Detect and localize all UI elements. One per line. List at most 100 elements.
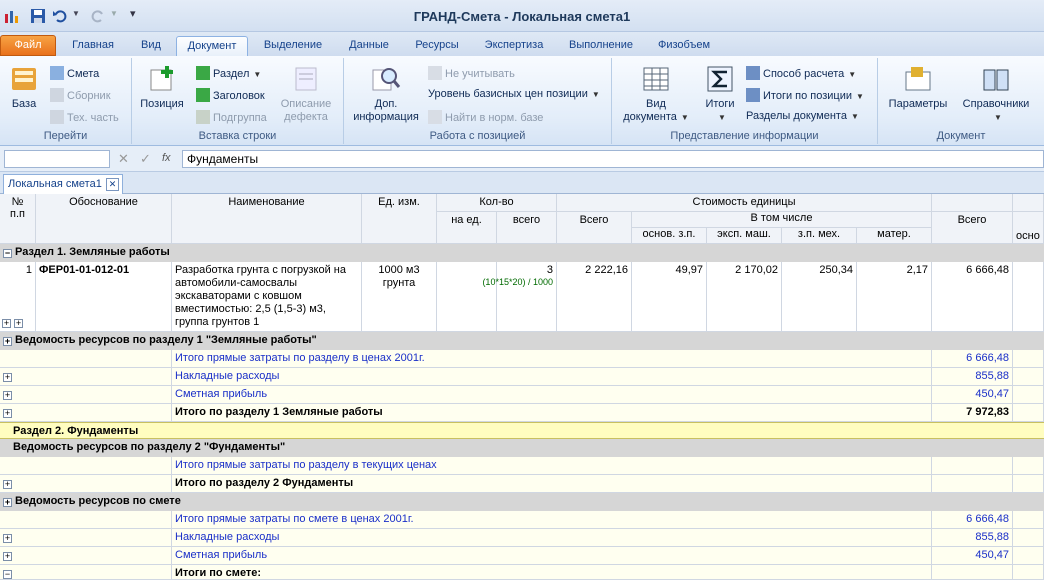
defect-description-button: Описание дефекта bbox=[278, 64, 334, 124]
col-basis[interactable]: Обоснование bbox=[36, 194, 172, 244]
tab-home[interactable]: Главная bbox=[62, 36, 124, 56]
insert-subgroup-button: Подгруппа bbox=[196, 110, 267, 124]
cell-name-box[interactable] bbox=[4, 150, 110, 168]
col-osno[interactable]: осно bbox=[1013, 212, 1044, 244]
resource-statement-row[interactable]: + Ведомость ресурсов по разделу 1 "Землян… bbox=[0, 332, 1044, 350]
group-presentation-label: Представление информации bbox=[670, 130, 819, 142]
calc-method-button[interactable]: Способ расчета ▼ bbox=[746, 66, 856, 80]
col-qty[interactable]: Кол-во bbox=[437, 194, 557, 212]
tab-document[interactable]: Документ bbox=[176, 36, 248, 56]
base-button[interactable]: База bbox=[4, 64, 44, 111]
collapse-icon[interactable]: − bbox=[3, 570, 12, 579]
function-icon[interactable]: fx bbox=[162, 152, 171, 164]
tab-execution[interactable]: Выполнение bbox=[560, 36, 642, 56]
total-row[interactable]: + Итого по разделу 2 Фундаменты bbox=[0, 475, 1044, 493]
col-eksp-mash[interactable]: эксп. маш. bbox=[707, 228, 782, 244]
smeta-button[interactable]: Смета bbox=[50, 66, 99, 80]
group-work-label: Работа с позицией bbox=[429, 130, 526, 142]
total-row[interactable]: + Накладные расходы 855,88 bbox=[0, 368, 1044, 386]
tab-selection[interactable]: Выделение bbox=[254, 36, 332, 56]
base-price-level-button[interactable]: Уровень базисных цен позиции ▼ bbox=[428, 88, 600, 100]
find-icon bbox=[428, 110, 442, 124]
ribbon-tabs: Файл Главная Вид Документ Выделение Данн… bbox=[0, 32, 1044, 56]
expand-icon[interactable]: + bbox=[3, 373, 12, 382]
total-row[interactable]: Итого прямые затраты по разделу в текущи… bbox=[0, 457, 1044, 475]
total-value: 855,88 bbox=[932, 368, 1013, 386]
chevron-down-icon: ▼ bbox=[850, 112, 859, 121]
chevron-down-icon: ▼ bbox=[856, 92, 864, 101]
total-row[interactable]: + Итого по разделу 1 Земляные работы 7 9… bbox=[0, 404, 1044, 422]
col-num[interactable]: № п.п bbox=[0, 194, 36, 244]
pos-name[interactable]: Разработка грунта с погрузкой на автомоб… bbox=[172, 262, 362, 332]
pos-osn: 49,97 bbox=[632, 262, 707, 332]
extra-info-button[interactable]: Доп. информация bbox=[350, 64, 422, 124]
tab-resources[interactable]: Ресурсы bbox=[406, 36, 468, 56]
total-row[interactable]: + Сметная прибыль 450,47 bbox=[0, 547, 1044, 565]
col-name[interactable]: Наименование bbox=[172, 194, 362, 244]
resource-statement-row[interactable]: Ведомость ресурсов по разделу 2 "Фундаме… bbox=[0, 439, 1044, 457]
expand-icon[interactable]: + bbox=[14, 319, 23, 328]
totals-button[interactable]: Итоги ▼ bbox=[700, 64, 740, 124]
table-row[interactable]: 1 ФЕР01-01-012-01 Разработка грунта с по… bbox=[0, 262, 1044, 332]
pos-code[interactable]: ФЕР01-01-012-01 bbox=[36, 262, 172, 332]
section-row[interactable]: − Раздел 1. Земляные работы bbox=[0, 244, 1044, 262]
insert-header-button[interactable]: Заголовок bbox=[196, 88, 265, 102]
expand-icon[interactable]: + bbox=[3, 480, 12, 489]
col-unit-cost[interactable]: Стоимость единицы bbox=[557, 194, 932, 212]
accept-icon[interactable]: ✓ bbox=[140, 151, 151, 167]
col-osn-zp[interactable]: основ. з.п. bbox=[632, 228, 707, 244]
col-mater[interactable]: матер. bbox=[857, 228, 932, 244]
total-value: 7 972,83 bbox=[932, 404, 1013, 422]
expand-icon[interactable]: + bbox=[3, 409, 12, 418]
total-value: 450,47 bbox=[932, 386, 1013, 404]
document-sections-button[interactable]: Разделы документа ▼ bbox=[746, 110, 859, 122]
total-row[interactable]: Итого прямые затраты по разделу в ценах … bbox=[0, 350, 1044, 368]
pos-uc-total: 2 222,16 bbox=[557, 262, 632, 332]
tab-file[interactable]: Файл bbox=[0, 35, 56, 56]
document-view-button[interactable]: Вид документа ▼ bbox=[616, 64, 696, 124]
position-button[interactable]: Позиция bbox=[138, 64, 186, 111]
col-qty-per[interactable]: на ед. bbox=[437, 212, 497, 244]
add-subgroup-icon bbox=[196, 110, 210, 124]
close-icon[interactable]: ✕ bbox=[106, 178, 119, 191]
insert-section-button[interactable]: Раздел ▼ bbox=[196, 66, 261, 80]
expand-icon[interactable]: + bbox=[3, 552, 12, 561]
tab-view[interactable]: Вид bbox=[132, 36, 170, 56]
section-row-selected[interactable]: Раздел 2. Фундаменты bbox=[0, 422, 1044, 439]
pos-total: 6 666,48 bbox=[932, 262, 1013, 332]
col-zp-meh[interactable]: з.п. мех. bbox=[782, 228, 857, 244]
expand-icon[interactable]: + bbox=[3, 391, 12, 400]
cancel-icon[interactable]: ✕ bbox=[118, 151, 129, 167]
reference-button[interactable]: Справочники ▼ bbox=[958, 64, 1034, 124]
tab-data[interactable]: Данные bbox=[338, 36, 400, 56]
formula-input[interactable]: Фундаменты bbox=[182, 150, 1044, 168]
total-row[interactable]: + Сметная прибыль 450,47 bbox=[0, 386, 1044, 404]
expand-icon[interactable]: + bbox=[3, 337, 12, 346]
total-row[interactable]: + Накладные расходы 855,88 bbox=[0, 529, 1044, 547]
grid-header: № п.п Обоснование Наименование Ед. изм. … bbox=[0, 194, 1044, 244]
expand-icon[interactable]: + bbox=[3, 498, 12, 507]
total-label: Итоги по смете: bbox=[172, 565, 932, 580]
expand-icon[interactable]: + bbox=[2, 319, 11, 328]
position-totals-button[interactable]: Итоги по позиции ▼ bbox=[746, 88, 864, 102]
tab-expertise[interactable]: Экспертиза bbox=[474, 36, 554, 56]
total-value: 450,47 bbox=[932, 547, 1013, 565]
tab-physvolume[interactable]: Физобъем bbox=[648, 36, 720, 56]
parameters-button[interactable]: Параметры bbox=[882, 64, 954, 111]
col-uc-total[interactable]: Всего bbox=[557, 212, 632, 244]
total-row[interactable]: Итого прямые затраты по смете в ценах 20… bbox=[0, 511, 1044, 529]
col-including[interactable]: В том числе bbox=[632, 212, 932, 228]
total-label: Итого по разделу 1 Земляные работы bbox=[172, 404, 932, 422]
pos-qty-total[interactable]: 3 (10*15*20) / 1000 bbox=[482, 262, 557, 332]
expand-icon[interactable]: + bbox=[3, 534, 12, 543]
formula-bar: ✕ ✓ fx Фундаменты bbox=[0, 146, 1044, 172]
col-total[interactable]: Всего bbox=[932, 212, 1013, 244]
col-unit[interactable]: Ед. изм. bbox=[362, 194, 437, 244]
resource-statement-row[interactable]: + Ведомость ресурсов по смете bbox=[0, 493, 1044, 511]
doc-tab-local-estimate[interactable]: Локальная смета1 ✕ bbox=[3, 174, 123, 194]
col-qty-total[interactable]: всего bbox=[497, 212, 557, 244]
collapse-icon[interactable]: − bbox=[3, 249, 12, 258]
total-value: 6 666,48 bbox=[932, 350, 1013, 368]
database-icon bbox=[12, 68, 36, 90]
total-row[interactable]: − Итоги по смете: bbox=[0, 565, 1044, 580]
